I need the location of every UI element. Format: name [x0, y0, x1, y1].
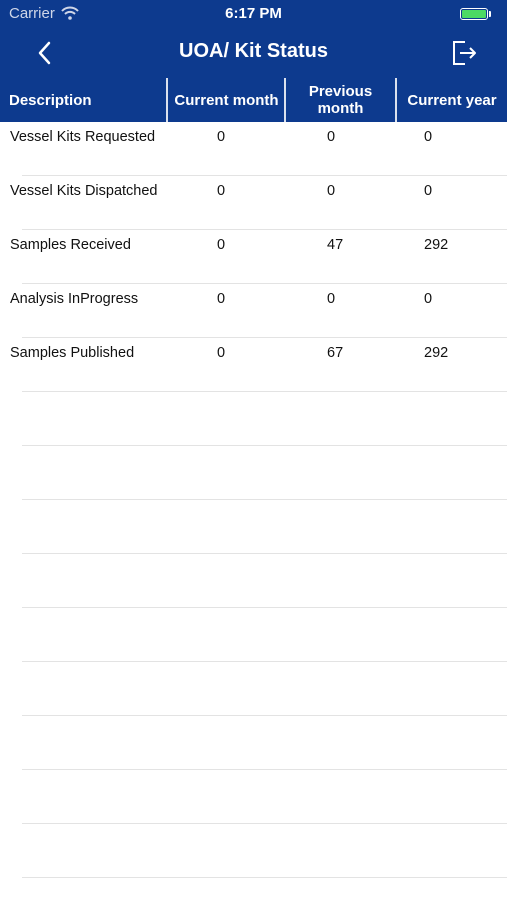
row-previous-month: 0: [327, 291, 336, 307]
row-description: Samples Received: [10, 237, 131, 253]
column-header-current-month: Current month: [174, 91, 279, 109]
row-separator: [22, 445, 507, 446]
nav-bar: UOA/ Kit Status: [0, 28, 507, 78]
row-separator: [22, 607, 507, 608]
row-description: Vessel Kits Requested: [10, 129, 156, 145]
row-current-month: 0: [217, 183, 226, 199]
table-row[interactable]: Samples Published 0 67 292: [0, 338, 507, 392]
column-header-current-year: Current year: [407, 91, 497, 109]
logout-icon: [453, 41, 476, 65]
page-title: UOA/ Kit Status: [179, 40, 328, 62]
row-separator: [22, 391, 507, 392]
row-previous-month: 47: [327, 237, 344, 253]
row-current-month: 0: [217, 291, 226, 307]
table-row[interactable]: Vessel Kits Requested 0 0 0: [0, 122, 507, 176]
row-separator: [22, 877, 507, 878]
row-description: Vessel Kits Dispatched: [10, 183, 158, 199]
row-current-year: 0: [424, 183, 433, 199]
row-current-year: 292: [424, 345, 449, 361]
battery-tip: [489, 11, 491, 17]
row-description: Samples Published: [10, 345, 135, 361]
row-separator: [22, 661, 507, 662]
row-previous-month: 67: [327, 345, 344, 361]
row-current-month: 0: [217, 129, 226, 145]
column-header-description: Description: [9, 91, 92, 109]
row-previous-month: 0: [327, 129, 336, 145]
row-separator: [22, 553, 507, 554]
clock: 6:17 PM: [225, 5, 282, 22]
row-previous-month: 0: [327, 183, 336, 199]
table-row[interactable]: Vessel Kits Dispatched 0 0 0: [0, 176, 507, 230]
row-separator: [22, 715, 507, 716]
row-description: Analysis InProgress: [10, 291, 139, 307]
table-row[interactable]: Analysis InProgress 0 0 0: [0, 284, 507, 338]
row-separator: [22, 823, 507, 824]
row-separator: [22, 769, 507, 770]
row-separator: [22, 499, 507, 500]
battery-icon: [460, 8, 488, 20]
table-header: Description Current month Previous month…: [0, 78, 507, 122]
row-current-year: 0: [424, 129, 433, 145]
column-header-previous-month: Previous month: [308, 83, 373, 117]
row-current-year: 292: [424, 237, 449, 253]
row-current-year: 0: [424, 291, 433, 307]
logout-button[interactable]: [446, 36, 482, 70]
status-bar: Carrier 6:17 PM: [0, 0, 507, 28]
row-current-month: 0: [217, 237, 226, 253]
row-current-month: 0: [217, 345, 226, 361]
table-row[interactable]: Samples Received 0 47 292: [0, 230, 507, 284]
